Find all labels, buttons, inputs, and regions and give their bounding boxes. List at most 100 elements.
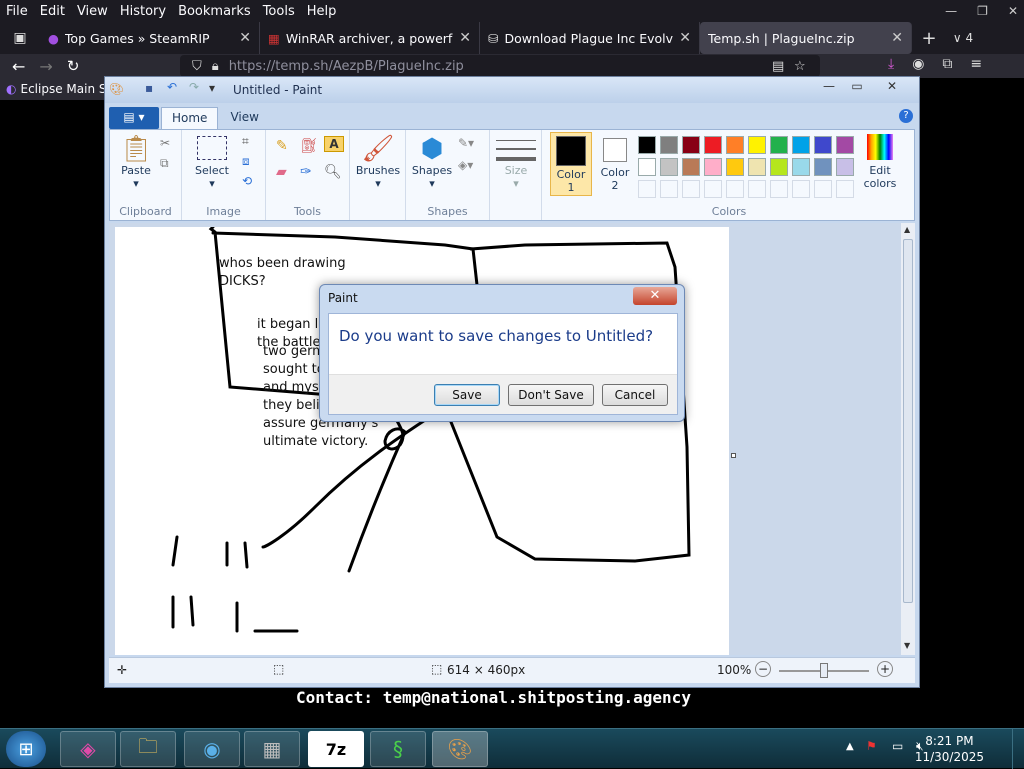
dont-save-button[interactable]: Don't Save	[508, 384, 594, 406]
account-icon[interactable]: ◉	[912, 56, 924, 72]
tab-home[interactable]: Home	[161, 107, 219, 129]
save-button[interactable]: Save	[434, 384, 500, 406]
redo-icon[interactable]: ↷	[189, 80, 199, 94]
pencil-icon[interactable]: ✎	[276, 138, 288, 154]
zoom-in-icon[interactable]: +	[877, 661, 893, 677]
palette-swatch[interactable]	[792, 180, 810, 198]
palette-swatch[interactable]	[660, 158, 678, 176]
taskbar-snake-app[interactable]: §	[370, 731, 426, 767]
menu-help[interactable]: Help	[307, 4, 337, 19]
palette-swatch[interactable]	[792, 136, 810, 154]
shapes-button[interactable]: ⬢ Shapes ▾	[410, 134, 454, 190]
palette-swatch[interactable]	[814, 136, 832, 154]
resize-icon[interactable]: ⧈	[242, 154, 250, 169]
close-tab-icon[interactable]: ✕	[679, 30, 691, 46]
bookmark-eclipse[interactable]: Eclipse Main S	[20, 82, 106, 96]
taskbar-7zip[interactable]: 7z	[308, 731, 364, 767]
dialog-close-icon[interactable]: ✕	[633, 287, 677, 305]
file-menu-button[interactable]: ▤ ▾	[109, 107, 159, 129]
minimize-icon[interactable]: —	[945, 4, 957, 18]
fill-icon[interactable]: ⛽︎	[300, 138, 318, 154]
back-icon[interactable]: ←	[12, 57, 25, 76]
palette-swatch[interactable]	[726, 158, 744, 176]
start-button[interactable]: ⊞	[6, 731, 46, 767]
new-tab-icon[interactable]: +	[912, 28, 946, 49]
undo-icon[interactable]: ↶	[167, 80, 177, 94]
outline-icon[interactable]: ✎▾	[458, 136, 474, 150]
palette-swatch[interactable]	[704, 158, 722, 176]
palette-swatch[interactable]	[682, 136, 700, 154]
palette-swatch[interactable]	[660, 180, 678, 198]
fill-shape-icon[interactable]: ◈▾	[458, 158, 473, 172]
paint-minimize-icon[interactable]: —	[817, 79, 841, 97]
tab-plague-download[interactable]: ⛁ Download Plague Inc Evolved S ✕	[480, 22, 700, 54]
size-button[interactable]: Size ▾	[496, 136, 536, 190]
palette-swatch[interactable]	[836, 180, 854, 198]
text-icon[interactable]: A	[324, 136, 344, 152]
copy-icon[interactable]: ⧉	[160, 156, 169, 171]
quick-access-dropdown-icon[interactable]: ▾	[209, 81, 215, 95]
taskbar-file-explorer[interactable]: 🗀	[120, 731, 176, 767]
menu-view[interactable]: View	[77, 4, 108, 19]
forward-icon[interactable]: →	[39, 57, 52, 76]
palette-swatch[interactable]	[770, 158, 788, 176]
crop-icon[interactable]: ⌗	[242, 134, 249, 149]
magnifier-icon[interactable]: 🔍︎	[324, 164, 342, 180]
vertical-scrollbar[interactable]: ▲ ▼	[901, 223, 915, 655]
palette-swatch[interactable]	[682, 158, 700, 176]
tab-steamrip[interactable]: ● Top Games » SteamRIP ✕	[40, 22, 260, 54]
cancel-button[interactable]: Cancel	[602, 384, 668, 406]
palette-swatch[interactable]	[792, 158, 810, 176]
tab-tempsh[interactable]: Temp.sh | PlagueInc.zip ✕	[700, 22, 912, 54]
taskbar-clock[interactable]: 8:21 PM 11/30/2025	[915, 733, 984, 765]
taskbar-app-pink[interactable]: ◈	[60, 731, 116, 767]
close-tab-icon[interactable]: ✕	[239, 30, 251, 46]
tray-network-icon[interactable]: ▭	[892, 739, 903, 753]
tab-list-icon[interactable]: ▣	[0, 30, 40, 46]
menu-tools[interactable]: Tools	[263, 4, 295, 19]
select-button[interactable]: Select ▾	[190, 136, 234, 190]
tray-flag-icon[interactable]: ⚑	[866, 739, 877, 753]
palette-swatch[interactable]	[814, 158, 832, 176]
color-picker-icon[interactable]: ✑	[300, 164, 312, 180]
zoom-slider-thumb[interactable]	[820, 663, 828, 678]
tray-expand-icon[interactable]: ▲	[846, 741, 854, 752]
brushes-button[interactable]: 🖌︎ Brushes ▾	[354, 134, 402, 190]
palette-swatch[interactable]	[704, 180, 722, 198]
menu-file[interactable]: File	[6, 4, 28, 19]
palette-swatch[interactable]	[638, 158, 656, 176]
scroll-down-icon[interactable]: ▼	[904, 641, 910, 650]
shield-icon[interactable]: ⛉	[192, 59, 202, 74]
palette-swatch[interactable]	[726, 136, 744, 154]
palette-swatch[interactable]	[660, 136, 678, 154]
taskbar-paint[interactable]: 🎨︎	[432, 731, 488, 767]
scroll-up-icon[interactable]: ▲	[904, 225, 910, 234]
help-icon[interactable]: ?	[899, 109, 913, 123]
cut-icon[interactable]: ✂	[160, 136, 170, 150]
scroll-thumb[interactable]	[903, 239, 913, 603]
paint-close-icon[interactable]: ✕	[873, 79, 911, 97]
bookmark-star-icon[interactable]: ☆	[794, 59, 806, 74]
lock-icon[interactable]: 🔒︎	[212, 59, 219, 74]
reload-icon[interactable]: ↻	[67, 57, 80, 75]
close-tab-icon[interactable]: ✕	[891, 30, 903, 46]
quick-save-icon[interactable]: ▪	[145, 81, 153, 95]
palette-swatch[interactable]	[682, 180, 700, 198]
eraser-icon[interactable]: ▰	[276, 164, 287, 180]
edit-colors-button[interactable]: Edit colors	[860, 134, 900, 190]
palette-swatch[interactable]	[770, 136, 788, 154]
tab-view[interactable]: View	[220, 107, 268, 129]
palette-swatch[interactable]	[726, 180, 744, 198]
tab-count-badge[interactable]: ∨ 4	[946, 31, 980, 45]
palette-swatch[interactable]	[814, 180, 832, 198]
taskbar-browser[interactable]: ◉	[184, 731, 240, 767]
taskbar-firewall[interactable]: ▦	[244, 731, 300, 767]
paint-maximize-icon[interactable]: ▭	[845, 79, 869, 97]
palette-swatch[interactable]	[836, 158, 854, 176]
canvas-resize-handle[interactable]	[731, 453, 736, 458]
url-bar[interactable]: ⛉ 🔒︎ https://temp.sh/AezpB/PlagueInc.zip…	[180, 55, 820, 77]
color1-button[interactable]: Color 1	[550, 132, 592, 196]
restore-icon[interactable]: ❐	[977, 4, 988, 18]
paste-button[interactable]: 📋︎ Paste ▾	[116, 134, 156, 190]
color2-button[interactable]: Color 2	[596, 132, 634, 192]
